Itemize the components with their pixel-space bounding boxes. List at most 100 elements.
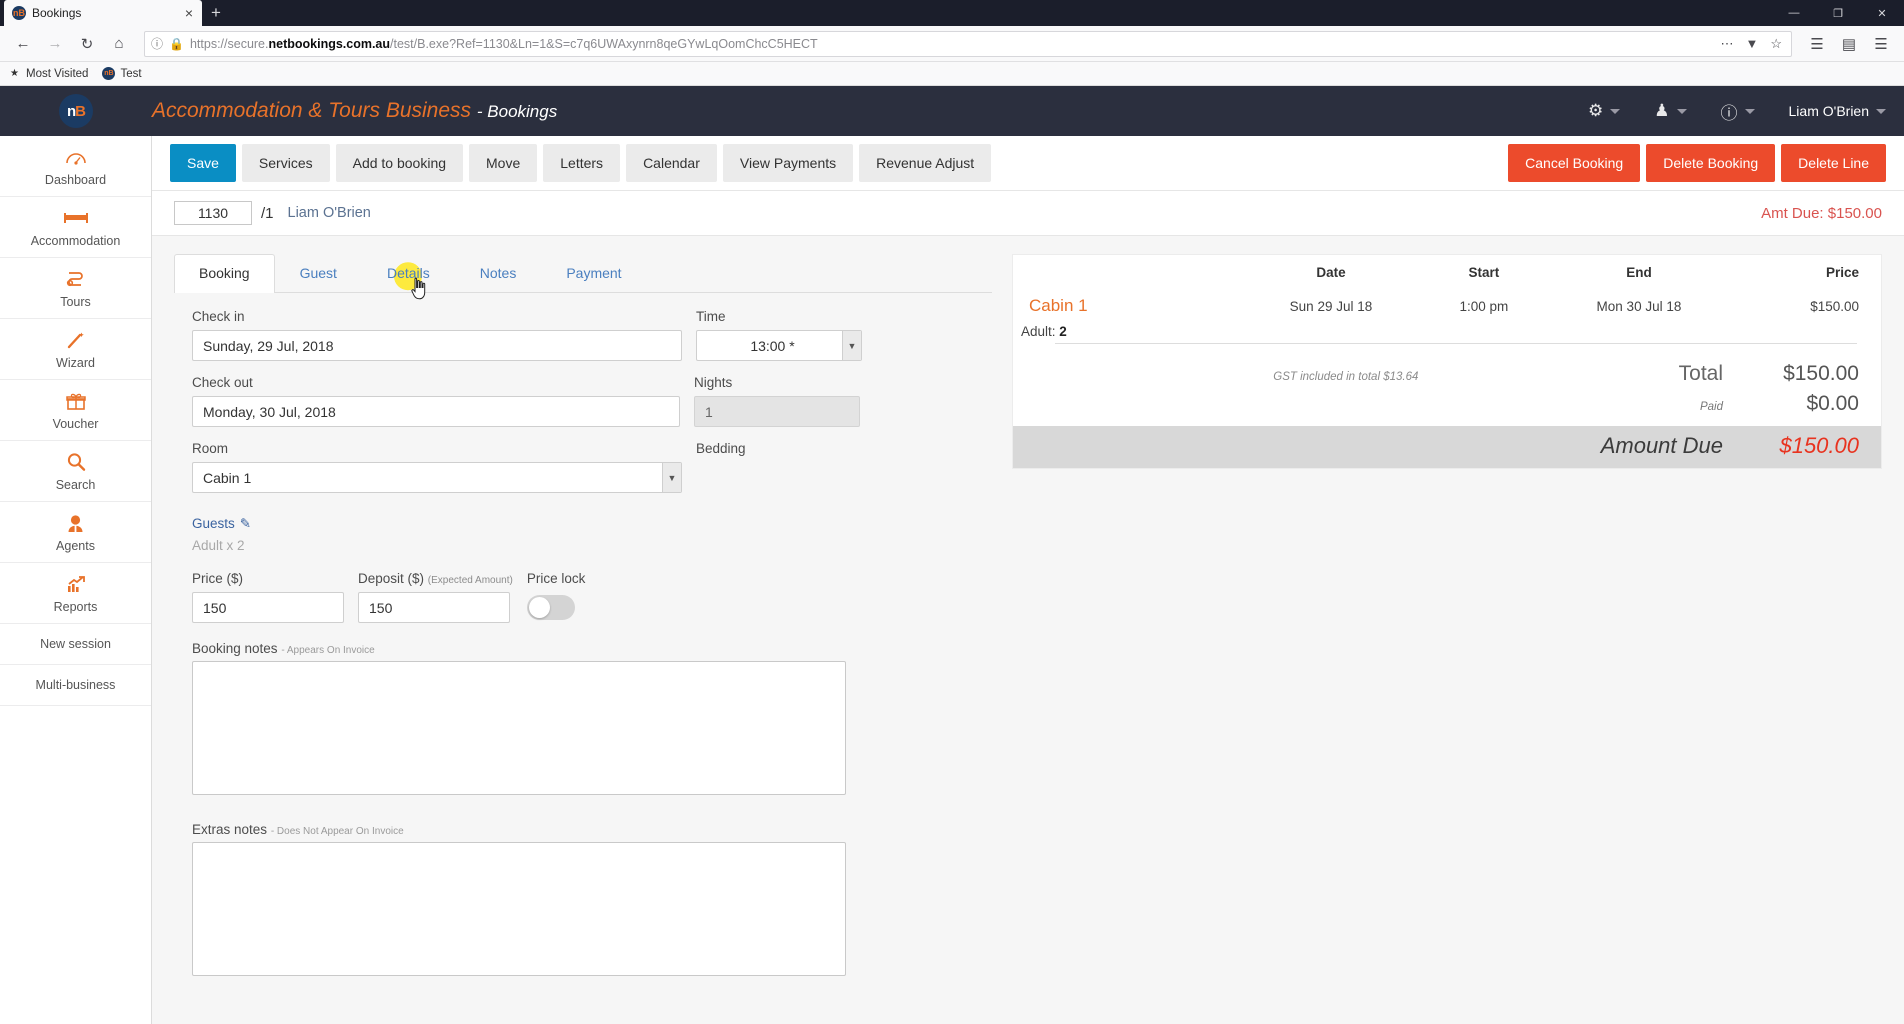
browser-navbar: ← → ↻ ⌂ ⓘ 🔒 https://secure.netbookings.c… xyxy=(0,26,1904,62)
summary-room-name[interactable]: Cabin 1 xyxy=(1013,292,1239,320)
sidebar-item-reports[interactable]: Reports xyxy=(0,563,151,624)
checkout-input[interactable] xyxy=(192,396,680,427)
checkin-input[interactable] xyxy=(192,330,682,361)
page-info-icon[interactable]: ⓘ xyxy=(151,35,163,52)
library-icon[interactable]: ☰ xyxy=(1802,30,1832,58)
menu-hamburger-icon[interactable]: ☰ xyxy=(1866,30,1896,58)
price-label: Price ($) xyxy=(192,571,244,586)
settings-menu[interactable]: ⚙ xyxy=(1588,101,1621,121)
new-tab-button[interactable]: + xyxy=(202,0,230,26)
booking-guest-link[interactable]: Liam O'Brien xyxy=(288,205,371,221)
user-kettle-icon: ♟ xyxy=(1654,101,1670,120)
sidebar-item-tours[interactable]: Tours xyxy=(0,258,151,319)
summary-paid-row: Paid $0.00 xyxy=(1013,388,1881,426)
reload-icon[interactable]: ↻ xyxy=(72,30,102,58)
cancel-booking-button[interactable]: Cancel Booking xyxy=(1508,144,1641,182)
main-content: Save Services Add to booking Move Letter… xyxy=(152,136,1904,1024)
tab-payment[interactable]: Payment xyxy=(541,254,646,292)
booking-notes-note: - Appears On Invoice xyxy=(281,645,375,656)
sidebar-item-multi-business[interactable]: Multi-business xyxy=(0,665,151,706)
url-path: /test/B.exe?Ref=1130&Ln=1&S=c7q6UWAxynrn… xyxy=(390,36,818,51)
browser-tab[interactable]: nB Bookings × xyxy=(4,0,202,26)
room-select[interactable]: Cabin 1 ▼ xyxy=(192,462,682,493)
move-button[interactable]: Move xyxy=(469,144,538,182)
view-payments-button[interactable]: View Payments xyxy=(722,144,854,182)
bookmark-most-visited[interactable]: ★ Most Visited xyxy=(8,67,88,80)
minimize-icon[interactable]: — xyxy=(1772,0,1816,26)
price-input[interactable] xyxy=(192,592,344,623)
sidebar-item-agents[interactable]: Agents xyxy=(0,502,151,563)
account-menu[interactable]: Liam O'Brien xyxy=(1789,103,1886,119)
pocket-icon[interactable]: ▼ xyxy=(1742,36,1761,51)
tab-booking[interactable]: Booking xyxy=(174,254,275,293)
sidebar-toggle-icon[interactable]: ▤ xyxy=(1834,30,1864,58)
nb-icon: nB xyxy=(102,67,116,80)
booking-line-number: /1 xyxy=(261,204,274,222)
deposit-input[interactable] xyxy=(358,592,510,623)
booking-form-panel: Booking Guest Details Notes Payment Chec… xyxy=(174,254,992,1024)
sidebar-item-wizard[interactable]: Wizard xyxy=(0,319,151,380)
brand-logo[interactable]: nB xyxy=(0,94,152,128)
booking-ref-input[interactable] xyxy=(174,201,252,225)
delete-booking-button[interactable]: Delete Booking xyxy=(1646,144,1776,182)
sidebar-item-new-session[interactable]: New session xyxy=(0,624,151,665)
close-icon[interactable]: × xyxy=(182,6,196,20)
tab-details[interactable]: Details xyxy=(362,254,455,300)
account-name: Liam O'Brien xyxy=(1788,103,1869,119)
dashboard-gauge-icon xyxy=(4,146,147,168)
chevron-down-icon xyxy=(1744,108,1755,114)
calendar-button[interactable]: Calendar xyxy=(626,144,717,182)
magnifier-icon xyxy=(4,451,147,473)
window-close-icon[interactable]: ✕ xyxy=(1860,0,1904,26)
tab-notes[interactable]: Notes xyxy=(455,254,542,292)
summary-col-start: Start xyxy=(1468,265,1500,280)
sidebar-item-voucher[interactable]: Voucher xyxy=(0,380,151,441)
save-button[interactable]: Save xyxy=(170,144,236,182)
address-bar[interactable]: ⓘ 🔒 https://secure.netbookings.com.au/te… xyxy=(144,30,1792,57)
magic-wand-icon xyxy=(4,329,147,351)
booking-notes-textarea[interactable] xyxy=(192,661,846,795)
bookmark-star-icon[interactable]: ☆ xyxy=(1767,36,1785,52)
maximize-icon[interactable]: ❐ xyxy=(1816,0,1860,26)
checkin-field: Check in xyxy=(192,309,682,361)
booking-notes-label: Booking notes - Appears On Invoice xyxy=(192,641,375,656)
home-icon[interactable]: ⌂ xyxy=(104,30,134,58)
summary-date: Sun 29 Jul 18 xyxy=(1289,298,1373,314)
sidebar-item-accommodation[interactable]: Accommodation xyxy=(0,197,151,258)
price-lock-toggle[interactable] xyxy=(526,595,575,620)
bookmark-test[interactable]: nB Test xyxy=(102,67,142,80)
browser-tabstrip: nB Bookings × + — ❐ ✕ xyxy=(0,0,1904,26)
sidebar-item-label: Dashboard xyxy=(44,173,107,187)
tab-guest[interactable]: Guest xyxy=(275,254,362,292)
delete-line-button[interactable]: Delete Line xyxy=(1781,144,1886,182)
sidebar-item-label: Voucher xyxy=(52,417,99,431)
summary-col-date: Date xyxy=(1316,265,1346,280)
extras-notes-textarea[interactable] xyxy=(192,842,846,976)
action-toolbar: Save Services Add to booking Move Letter… xyxy=(152,136,1904,190)
price-field: Price ($) xyxy=(192,571,344,623)
help-menu[interactable]: ⓘ xyxy=(1721,99,1755,124)
letters-button[interactable]: Letters xyxy=(543,144,621,182)
user-menu[interactable]: ♟ xyxy=(1654,101,1687,121)
bookmark-label: Most Visited xyxy=(26,67,89,80)
time-field: Time 13:00 * ▼ xyxy=(696,309,862,361)
back-icon[interactable]: ← xyxy=(8,30,38,58)
add-to-booking-button[interactable]: Add to booking xyxy=(335,144,464,182)
sidebar-item-dashboard[interactable]: Dashboard xyxy=(0,136,151,197)
room-field: Room Cabin 1 ▼ xyxy=(192,441,682,493)
sidebar-item-search[interactable]: Search xyxy=(0,441,151,502)
time-select[interactable]: 13:00 * ▼ xyxy=(696,330,862,361)
table-row[interactable]: Cabin 1 Sun 29 Jul 18 1:00 pm Mon 30 Jul… xyxy=(1013,292,1881,320)
paid-label: Paid xyxy=(1699,401,1723,413)
price-row: Price ($) Deposit ($) (Expected Amount) … xyxy=(192,571,974,623)
guests-edit-link[interactable]: Guests ✎ xyxy=(192,516,251,532)
revenue-adjust-button[interactable]: Revenue Adjust xyxy=(859,144,992,182)
help-icon: ⓘ xyxy=(1720,103,1738,123)
forward-icon[interactable]: → xyxy=(40,30,70,58)
services-button[interactable]: Services xyxy=(241,144,330,182)
summary-amount-due-row: Amount Due $150.00 xyxy=(1013,426,1881,468)
page-actions-icon[interactable]: ⋯ xyxy=(1717,36,1736,52)
checkin-label: Check in xyxy=(192,309,245,324)
time-label: Time xyxy=(696,309,726,324)
settings-gears-icon: ⚙ xyxy=(1588,101,1604,120)
